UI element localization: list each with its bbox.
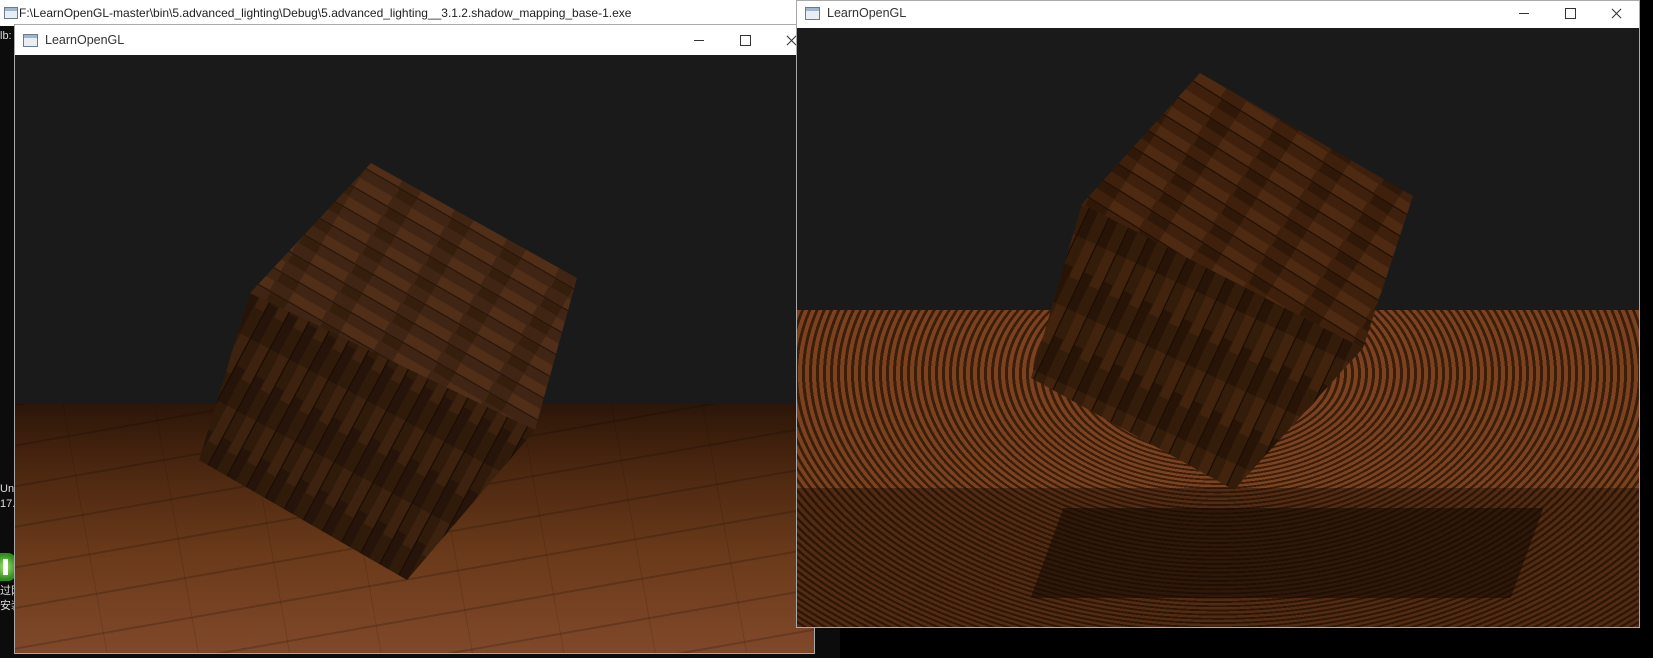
app-icon — [23, 34, 38, 47]
console-line: lb: — [0, 30, 12, 42]
console-titlebar[interactable]: F:\LearnOpenGL-master\bin\5.advanced_lig… — [0, 0, 840, 26]
opengl-viewport[interactable] — [797, 28, 1639, 627]
app-icon — [805, 7, 820, 20]
titlebar[interactable]: LearnOpenGL — [797, 1, 1639, 28]
titlebar[interactable]: LearnOpenGL — [15, 25, 814, 55]
window-title: LearnOpenGL — [45, 33, 125, 47]
cube-shadow — [1030, 508, 1544, 598]
window-title: LearnOpenGL — [827, 6, 907, 20]
console-title: F:\LearnOpenGL-master\bin\5.advanced_lig… — [19, 6, 632, 20]
maximize-icon[interactable] — [1547, 0, 1593, 28]
learnopengl-window-left[interactable]: LearnOpenGL — [14, 24, 815, 654]
console-app-icon — [4, 7, 18, 19]
wooden-cube — [199, 163, 577, 580]
close-icon[interactable] — [1593, 0, 1639, 28]
maximize-icon[interactable] — [722, 25, 768, 55]
console-line: Un — [0, 483, 15, 495]
minimize-icon[interactable] — [676, 25, 722, 55]
learnopengl-window-right[interactable]: LearnOpenGL — [796, 0, 1640, 628]
opengl-viewport[interactable] — [15, 55, 814, 653]
console-line: 17. — [0, 498, 16, 510]
minimize-icon[interactable] — [1501, 0, 1547, 28]
